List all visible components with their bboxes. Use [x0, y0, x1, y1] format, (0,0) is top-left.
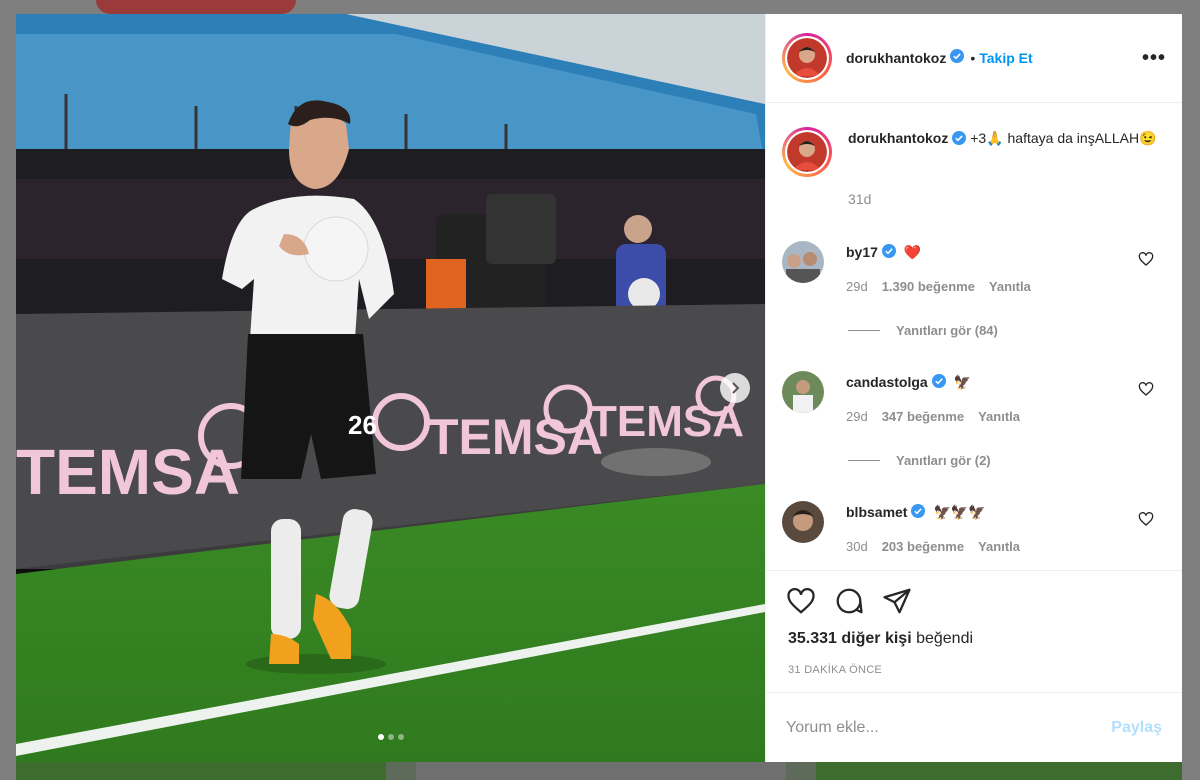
post-comment-button[interactable]: Paylaş	[1111, 719, 1162, 737]
post-header: dorukhantokoz • Takip Et •••	[766, 14, 1182, 103]
comment-item: candastolga 🦅 29d 347 beğenme Yanıtla	[782, 371, 1166, 424]
jersey-number: 26	[348, 410, 377, 440]
likes-summary: 35.331 diğer kişi beğendi	[766, 630, 1182, 650]
comment-like-button[interactable]	[1138, 251, 1154, 272]
caption-username[interactable]: dorukhantokoz	[848, 130, 948, 146]
comment-text: ❤️	[903, 243, 922, 260]
comment-avatar[interactable]	[782, 371, 824, 413]
heart-icon	[787, 587, 815, 614]
author-avatar-image	[787, 38, 827, 78]
background-avatar-edge	[96, 0, 296, 14]
comment-text: 🦅🦅🦅	[933, 503, 986, 520]
ad-board-text-right: TEMSA	[590, 397, 744, 446]
author-avatar[interactable]	[782, 33, 832, 83]
comment-likes[interactable]: 1.390 beğenme	[882, 279, 975, 294]
reply-button[interactable]: Yanıtla	[978, 409, 1020, 424]
caption-text-block: dorukhantokoz +3🙏 haftaya da inşALLAH😉	[848, 127, 1156, 177]
reply-button[interactable]: Yanıtla	[989, 279, 1031, 294]
comment-text: 🦅	[953, 373, 972, 390]
comment-avatar-image	[782, 241, 824, 283]
caption-avatar-image	[787, 132, 827, 172]
follow-separator: •	[970, 50, 976, 66]
heart-icon	[1138, 252, 1154, 266]
comment-avatar-image	[782, 371, 824, 413]
likes-suffix: beğendi	[911, 630, 974, 647]
comment-avatar-image	[782, 501, 824, 543]
comment-avatar[interactable]	[782, 501, 824, 543]
comment-age: 29d	[846, 409, 868, 424]
verified-badge-icon	[950, 48, 965, 68]
post-caption: dorukhantokoz +3🙏 haftaya da inşALLAH😉	[782, 103, 1166, 177]
photo-image: TEMSA TEMSA TEMSA 26	[16, 14, 765, 762]
verified-badge-icon	[911, 503, 926, 521]
view-replies-label: Yanıtları gör (84)	[896, 323, 998, 338]
comment-item: blbsamet 🦅🦅🦅 30d 203 beğenme Yanıtla	[782, 501, 1166, 554]
reply-button[interactable]: Yanıtla	[978, 539, 1020, 554]
comment-username[interactable]: blbsamet	[846, 504, 907, 520]
share-button[interactable]	[882, 586, 912, 616]
comment-username[interactable]: by17	[846, 244, 878, 260]
verified-badge-icon	[881, 243, 896, 261]
caption-time: 31d	[848, 191, 872, 207]
post-time-ago: 31 DAKİKA ÖNCE	[788, 664, 883, 676]
heart-icon	[1138, 512, 1154, 526]
comment-item: by17 ❤️ 29d 1.390 beğenme Yanıtla	[782, 241, 1166, 294]
heart-icon	[1138, 382, 1154, 396]
verified-badge-icon	[931, 373, 946, 391]
carousel-dot	[377, 734, 384, 740]
next-photo-button[interactable]	[720, 373, 750, 403]
comment-icon	[836, 588, 863, 613]
view-replies-button[interactable]: Yanıtları gör (84)	[848, 323, 998, 338]
comment-like-button[interactable]	[1138, 381, 1154, 402]
like-button[interactable]	[786, 586, 816, 616]
post-photo: TEMSA TEMSA TEMSA 26	[16, 14, 765, 762]
carousel-dot	[387, 734, 394, 740]
comment-likes[interactable]: 203 beğenme	[882, 539, 964, 554]
comment-button[interactable]	[834, 586, 864, 616]
comment-username[interactable]: candastolga	[846, 374, 928, 390]
comment-age: 29d	[846, 279, 868, 294]
more-options-button[interactable]: •••	[1142, 47, 1166, 70]
paper-plane-icon	[883, 588, 911, 613]
post-actions	[766, 570, 1182, 630]
caption-meta: 31d	[782, 177, 1166, 207]
follow-button[interactable]: Takip Et	[979, 50, 1032, 66]
ad-board-text-left: TEMSA	[16, 436, 240, 508]
view-replies-label: Yanıtları gör (2)	[896, 453, 991, 468]
carousel-dot	[397, 734, 404, 740]
view-replies-button[interactable]: Yanıtları gör (2)	[848, 453, 991, 468]
caption-text: +3🙏 haftaya da inşALLAH😉	[970, 130, 1157, 146]
comment-age: 30d	[846, 539, 868, 554]
comment-likes[interactable]: 347 beğenme	[882, 409, 964, 424]
likes-count[interactable]: 35.331 diğer kişi	[788, 630, 912, 647]
author-username[interactable]: dorukhantokoz	[846, 50, 946, 66]
ad-board-text-mid: TEMSA	[428, 409, 603, 465]
comment-input[interactable]	[786, 718, 1112, 737]
caption-avatar[interactable]	[782, 127, 832, 177]
verified-badge-icon	[952, 129, 967, 151]
post-modal: TEMSA TEMSA TEMSA 26 dorukhantokoz • Tak…	[16, 14, 1182, 762]
carousel-dots	[16, 734, 765, 740]
background-feed-strip	[16, 762, 1182, 780]
comments-list: dorukhantokoz +3🙏 haftaya da inşALLAH😉 3…	[766, 103, 1182, 570]
chevron-right-icon	[732, 382, 740, 394]
comment-avatar[interactable]	[782, 241, 824, 283]
post-side-panel: dorukhantokoz • Takip Et ••• dorukhantok…	[765, 14, 1182, 762]
comment-like-button[interactable]	[1138, 511, 1154, 532]
comment-form: Paylaş	[766, 692, 1182, 762]
